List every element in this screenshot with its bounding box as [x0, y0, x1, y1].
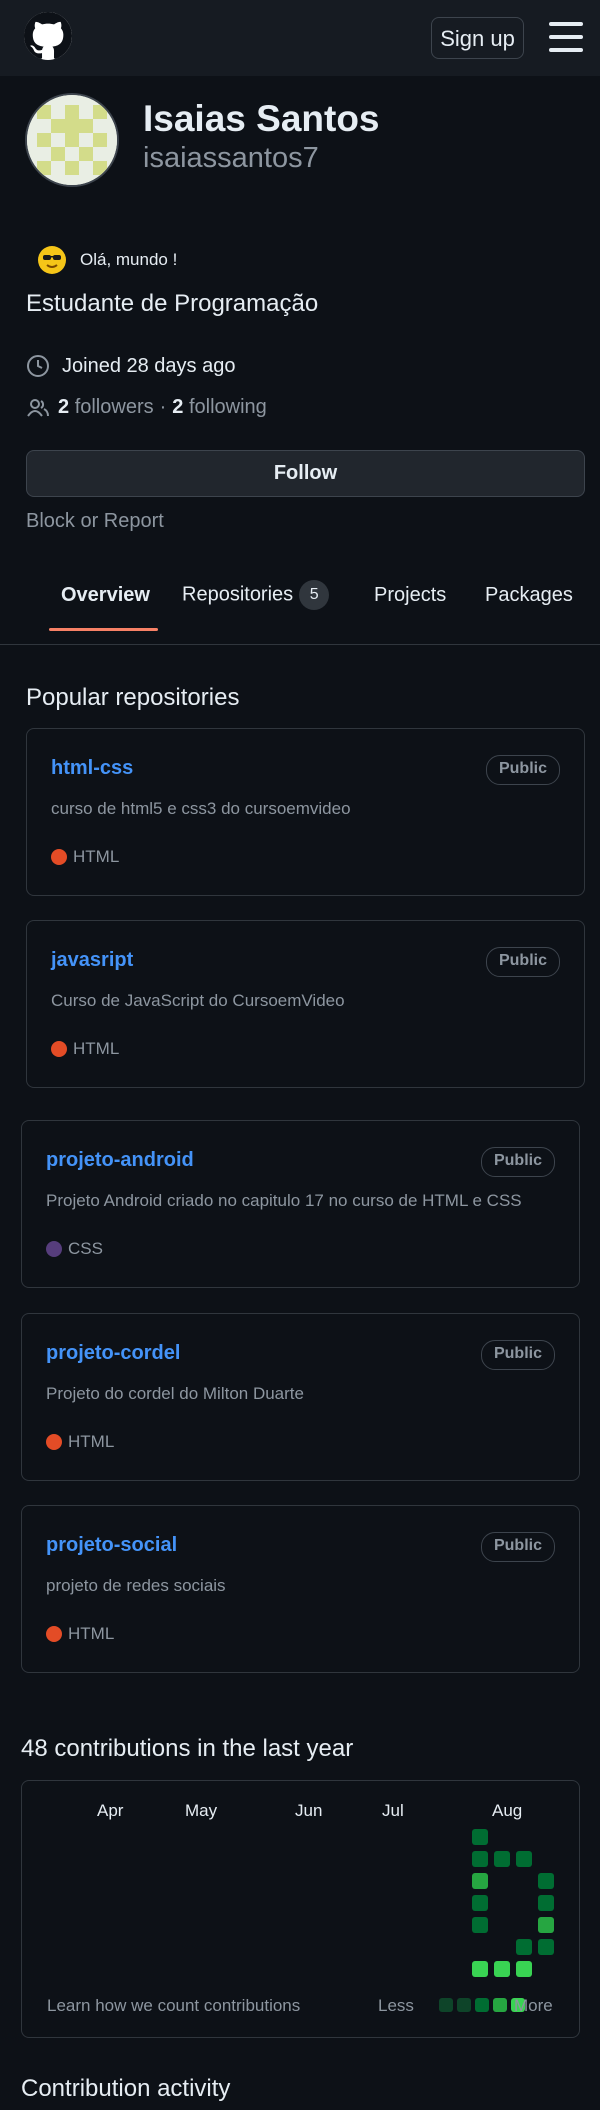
tab-packages[interactable]: Packages — [485, 584, 573, 607]
repo-name-link[interactable]: projeto-android — [46, 1149, 194, 1172]
language-name: HTML — [73, 847, 120, 866]
language-color-dot — [46, 1434, 62, 1450]
active-tab-underline — [49, 628, 158, 631]
joined-text: Joined 28 days ago — [62, 354, 236, 377]
block-or-report-link[interactable]: Block or Report — [26, 510, 164, 533]
repo-language: HTML — [51, 1039, 119, 1059]
repo-name-link[interactable]: javasript — [51, 949, 133, 972]
contribution-day-cell[interactable] — [516, 1851, 532, 1867]
people-icon — [26, 398, 50, 418]
contribution-day-cell[interactable] — [494, 1851, 510, 1867]
tab-repositories[interactable]: Repositories 5 — [182, 580, 330, 610]
repo-name-link[interactable]: projeto-social — [46, 1534, 177, 1557]
visibility-badge: Public — [485, 947, 560, 977]
repo-card: html-css Public curso de html5 e css3 do… — [26, 728, 585, 896]
tab-repositories-label: Repositories — [182, 583, 294, 606]
follow-button[interactable]: Follow — [26, 450, 585, 497]
followers-count: 2 — [58, 396, 70, 418]
following-link[interactable]: 2 following — [172, 396, 267, 419]
sign-up-button[interactable]: Sign up — [431, 17, 524, 59]
contribution-day-cell[interactable] — [472, 1917, 488, 1933]
profile-tabs: Overview Repositories 5 Projects Packages — [0, 578, 600, 645]
repo-name-link[interactable]: projeto-cordel — [46, 1342, 180, 1365]
learn-contributions-link[interactable]: Learn how we count contributions — [47, 1996, 300, 2016]
profile-bio: Estudante de Programação — [26, 290, 319, 317]
repo-description: Curso de JavaScript do CursoemVideo — [51, 991, 345, 1010]
identicon-avatar — [27, 95, 117, 185]
contribution-graph: Apr May Jun Jul Aug Learn how we count c… — [21, 1780, 580, 2038]
sunglasses-emoji-icon — [38, 246, 66, 274]
followers-following: 2 followers · 2 following — [26, 396, 267, 419]
tab-projects[interactable]: Projects — [374, 584, 446, 607]
visibility-badge: Public — [480, 1147, 555, 1177]
profile-username: isaiassantos7 — [143, 142, 319, 174]
month-label: Jul — [382, 1801, 404, 1820]
contributions-title: 48 contributions in the last year — [21, 1735, 354, 1762]
status-text: Olá, mundo ! — [80, 250, 178, 269]
visibility-badge: Public — [480, 1532, 555, 1562]
profile-name: Isaias Santos — [143, 98, 380, 139]
followers-label: followers — [74, 396, 154, 418]
popular-repositories-title: Popular repositories — [26, 684, 240, 711]
contribution-day-cell[interactable] — [516, 1961, 532, 1977]
contribution-day-cell[interactable] — [472, 1873, 488, 1889]
legend-less-label: Less — [378, 1996, 414, 2015]
contribution-day-cell[interactable] — [494, 1961, 510, 1977]
repo-description: curso de html5 e css3 do cursoemvideo — [51, 799, 351, 818]
repo-language: HTML — [46, 1624, 114, 1644]
avatar[interactable] — [25, 93, 119, 187]
contribution-day-cell[interactable] — [538, 1917, 554, 1933]
hamburger-menu-icon[interactable] — [549, 22, 583, 52]
month-label: Jun — [295, 1801, 323, 1820]
tab-overview[interactable]: Overview — [61, 584, 150, 607]
language-name: HTML — [73, 1039, 120, 1058]
repo-language: HTML — [46, 1432, 114, 1452]
language-color-dot — [46, 1626, 62, 1642]
clock-icon — [26, 354, 50, 378]
language-color-dot — [46, 1241, 62, 1257]
repo-name-link[interactable]: html-css — [51, 757, 133, 780]
language-name: HTML — [68, 1624, 115, 1643]
contribution-day-cell[interactable] — [516, 1939, 532, 1955]
repo-language: CSS — [46, 1239, 103, 1259]
repo-description: projeto de redes sociais — [46, 1576, 226, 1595]
repo-description: Projeto Android criado no capitulo 17 no… — [46, 1191, 522, 1210]
repo-card: projeto-social Public projeto de redes s… — [21, 1505, 580, 1673]
repo-language: HTML — [51, 847, 119, 867]
month-label: May — [185, 1801, 218, 1820]
contribution-activity-title: Contribution activity — [21, 2075, 231, 2102]
repo-description: Projeto do cordel do Milton Duarte — [46, 1384, 304, 1403]
joined-date: Joined 28 days ago — [26, 354, 235, 378]
language-name: CSS — [68, 1239, 103, 1258]
legend-level-cell — [475, 1998, 489, 2012]
visibility-badge: Public — [480, 1340, 555, 1370]
month-label: Apr — [97, 1801, 124, 1820]
repo-card: projeto-cordel Public Projeto do cordel … — [21, 1313, 580, 1481]
contribution-day-cell[interactable] — [538, 1873, 554, 1889]
contribution-day-cell[interactable] — [472, 1829, 488, 1845]
followers-link[interactable]: 2 followers — [58, 396, 154, 419]
legend-level-cell — [439, 1998, 453, 2012]
language-color-dot — [51, 1041, 67, 1057]
repo-card: javasript Public Curso de JavaScript do … — [26, 920, 585, 1088]
language-color-dot — [51, 849, 67, 865]
language-name: HTML — [68, 1432, 115, 1451]
month-label: Aug — [492, 1801, 523, 1820]
contribution-day-cell[interactable] — [472, 1961, 488, 1977]
contribution-day-cell[interactable] — [538, 1895, 554, 1911]
repositories-count-badge: 5 — [299, 580, 330, 610]
contribution-day-cell[interactable] — [472, 1895, 488, 1911]
contribution-day-cell[interactable] — [472, 1851, 488, 1867]
user-status[interactable]: Olá, mundo ! — [26, 245, 177, 275]
legend-level-cell — [493, 1998, 507, 2012]
visibility-badge: Public — [485, 755, 560, 785]
following-label: following — [188, 396, 267, 418]
following-count: 2 — [172, 396, 184, 418]
repo-card: projeto-android Public Projeto Android c… — [21, 1120, 580, 1288]
github-logo-icon[interactable] — [24, 12, 72, 60]
contribution-day-cell[interactable] — [538, 1939, 554, 1955]
legend-level-cell — [457, 1998, 471, 2012]
legend-more-label: More — [514, 1996, 553, 2015]
separator-dot: · — [159, 396, 167, 418]
